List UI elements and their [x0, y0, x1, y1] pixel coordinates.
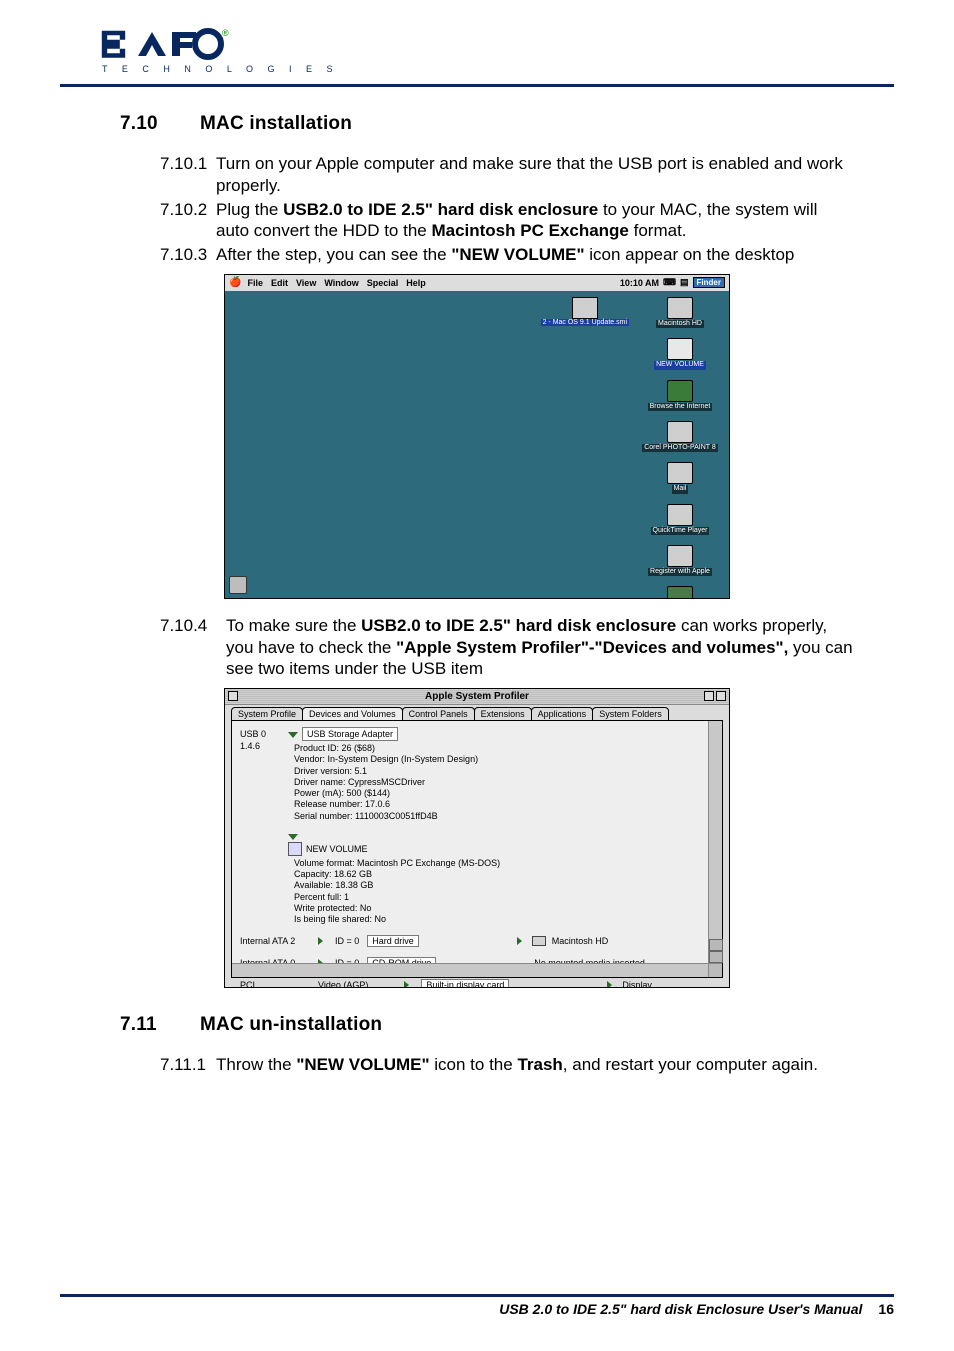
new-volume-details: Volume format: Macintosh PC Exchange (MS…	[294, 858, 714, 926]
row-pci: PCI Video (AGP) Built-in display card Di…	[240, 979, 714, 988]
menu-view: View	[296, 278, 316, 288]
new-volume-name: NEW VOLUME	[306, 844, 368, 854]
tab-applications: Applications	[531, 707, 594, 720]
desktop-register-apple: Register with Apple	[648, 545, 712, 576]
tab-devices-volumes: Devices and Volumes	[302, 707, 403, 720]
app-icon	[667, 421, 693, 443]
control-strip-icon	[229, 576, 247, 594]
asp-tabs: System Profile Devices and Volumes Contr…	[225, 705, 729, 720]
tab-system-profile: System Profile	[231, 707, 303, 720]
tab-control-panels: Control Panels	[402, 707, 475, 720]
menu-edit: Edit	[271, 278, 288, 288]
footer-title: USB 2.0 to IDE 2.5" hard disk Enclosure …	[499, 1301, 862, 1317]
asp-titlebar: Apple System Profiler	[225, 689, 729, 705]
scroll-down-icon	[709, 951, 723, 963]
usb-adapter-header: USB Storage Adapter	[302, 727, 398, 741]
sherlock-icon	[667, 586, 693, 598]
disclosure-triangle-icon	[288, 732, 298, 738]
footer-page: 16	[878, 1301, 894, 1317]
menu-special: Special	[367, 278, 399, 288]
globe-icon	[667, 380, 693, 402]
desktop-quicktime: QuickTime Player	[651, 504, 710, 535]
volume-icon	[667, 338, 693, 360]
scroll-up-icon	[709, 939, 723, 951]
mac-desktop-screenshot: 🍎 File Edit View Window Special Help 10:…	[224, 274, 730, 599]
step-7-11-1: 7.11.1 Throw the "NEW VOLUME" icon to th…	[160, 1054, 854, 1076]
finder-indicator: Finder	[693, 277, 725, 288]
section-710-heading: 7.10MAC installation	[120, 113, 894, 135]
hd-icon	[667, 297, 693, 319]
menu-window: Window	[324, 278, 358, 288]
desktop-mail: Mail	[667, 462, 693, 493]
volume-icon	[288, 842, 302, 856]
registered-mark: ®	[222, 28, 229, 38]
desktop-new-volume: NEW VOLUME	[654, 338, 706, 369]
usb-adapter-details: Product ID: 26 ($68) Vendor: In-System D…	[294, 743, 714, 822]
zoom-box-icon	[704, 691, 714, 701]
step-7-10-4: 7.10.4 To make sure the USB2.0 to IDE 2.…	[160, 615, 854, 680]
mac-menubar: 🍎 File Edit View Window Special Help 10:…	[225, 275, 729, 291]
asp-ver-label: 1.4.6	[240, 741, 266, 751]
step-7-10-1: 7.10.1 Turn on your Apple computer and m…	[160, 153, 854, 197]
logo-subtext: T E C H N O L O G I E S	[100, 62, 339, 74]
section-711-heading: 7.11MAC un-installation	[120, 1014, 894, 1036]
disclosure-right-icon	[404, 981, 409, 988]
hd-icon	[532, 936, 546, 946]
menu-help: Help	[406, 278, 426, 288]
system-profiler-screenshot: Apple System Profiler System Profile Dev…	[224, 688, 730, 988]
disclosure-right-icon	[318, 937, 323, 945]
register-icon	[667, 545, 693, 567]
tab-system-folders: System Folders	[592, 707, 669, 720]
step-7-10-2: 7.10.2 Plug the USB2.0 to IDE 2.5" hard …	[160, 199, 854, 243]
asp-usb-label: USB 0	[240, 729, 266, 739]
desktop-macintosh-hd: Macintosh HD	[656, 297, 704, 328]
vertical-scrollbar	[708, 721, 722, 963]
page-footer: USB 2.0 to IDE 2.5" hard disk Enclosure …	[60, 1294, 894, 1317]
desktop-corel: Corel PHOTO-PAINT 8	[642, 421, 718, 452]
apple-menu-icon: 🍎	[229, 277, 241, 288]
collapse-box-icon	[716, 691, 726, 701]
keyboard-icon: ⌨	[663, 277, 676, 288]
menu-file: File	[247, 278, 263, 288]
row-internal-ata2: Internal ATA 2 ID = 0 Hard drive Macinto…	[240, 935, 714, 947]
close-box-icon	[228, 691, 238, 701]
app-switch-icon: ▤	[680, 277, 689, 288]
menubar-clock: 10:10 AM	[620, 278, 659, 288]
resize-corner-icon	[708, 963, 722, 977]
file-icon	[572, 297, 598, 319]
mail-icon	[667, 462, 693, 484]
qt-icon	[667, 504, 693, 526]
desktop-sherlock: Sherlock 2	[661, 586, 698, 598]
horizontal-scrollbar	[232, 963, 708, 977]
asp-body: USB 0 1.4.6 USB Storage Adapter Product …	[231, 720, 723, 978]
step-7-10-3: 7.10.3 After the step, you can see the "…	[160, 244, 854, 266]
header-rule	[60, 84, 894, 87]
desktop-update-file: 2 - Mac OS 9.1 Update.smi	[541, 297, 629, 326]
disclosure-right-icon	[517, 937, 522, 945]
desktop-browse-internet: Browse the Internet	[648, 380, 713, 411]
disclosure-right-icon	[607, 981, 612, 988]
tab-extensions: Extensions	[474, 707, 532, 720]
header-logo: ® T E C H N O L O G I E S	[60, 28, 894, 74]
disclosure-triangle-icon	[288, 834, 298, 840]
